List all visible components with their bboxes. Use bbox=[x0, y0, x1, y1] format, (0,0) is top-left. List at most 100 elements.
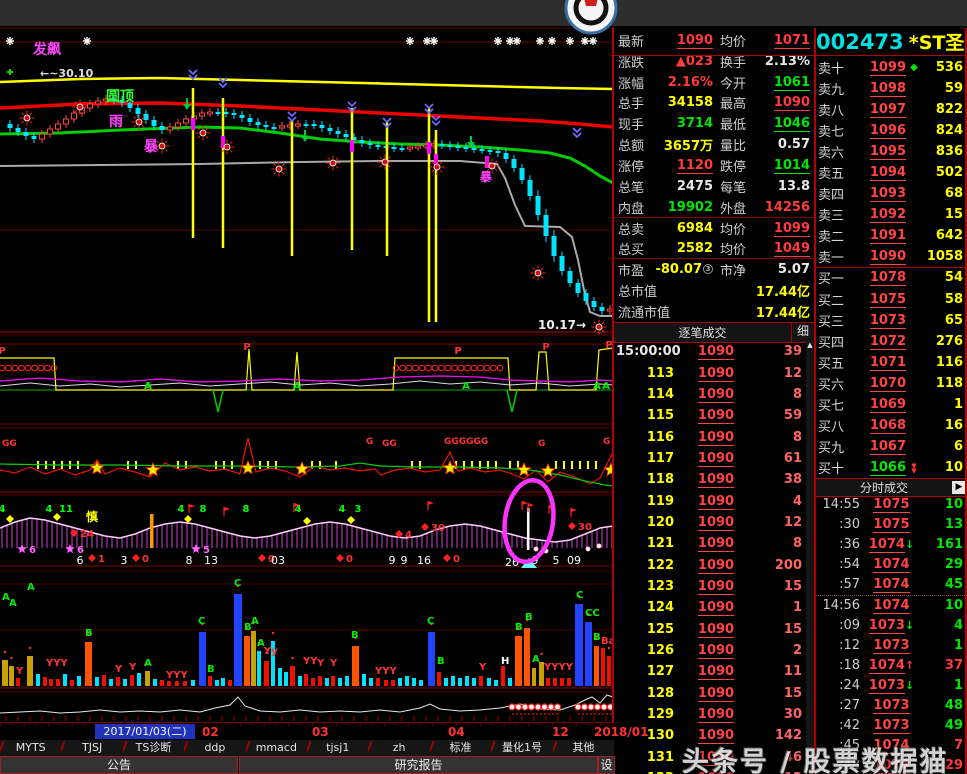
trade-volume: 49 bbox=[923, 718, 963, 733]
charts-canvas[interactable]: 发飙←~30.10圆顶雨暴暴10.17→AAAAAPPPPPGGGGGGGGGG… bbox=[0, 0, 614, 722]
queue-level-label: 买六 bbox=[818, 374, 856, 393]
trade-time: :36 bbox=[818, 537, 860, 552]
tab-tjsj1[interactable]: tjsj1 bbox=[307, 740, 368, 756]
table-row[interactable]: :30107513 bbox=[816, 515, 967, 535]
research-reports-button[interactable]: 研究报告 bbox=[239, 756, 598, 774]
queue-row[interactable]: 卖一10901058 bbox=[816, 246, 967, 267]
queue-row[interactable]: 卖二1091642 bbox=[816, 225, 967, 246]
table-row[interactable]: 12410901 bbox=[614, 597, 806, 618]
table-row[interactable]: 120109012 bbox=[614, 512, 806, 533]
table-row[interactable]: 115109059 bbox=[614, 405, 806, 426]
play-right-icon[interactable]: ▶ bbox=[952, 481, 966, 494]
table-row[interactable]: :241073↓1 bbox=[816, 675, 967, 695]
queue-row[interactable]: 买三107365 bbox=[816, 310, 967, 331]
info-label: 总市值 bbox=[618, 281, 657, 300]
queue-volume: 822 bbox=[922, 102, 963, 117]
table-row[interactable]: 14:56107410 bbox=[816, 595, 967, 616]
queue-row[interactable]: 卖六1095836 bbox=[816, 141, 967, 162]
svg-text:9: 9 bbox=[401, 554, 408, 567]
svg-text:YYY: YYY bbox=[45, 658, 68, 669]
trade-price: 1074 bbox=[860, 598, 923, 613]
info-label: 今开 bbox=[720, 73, 757, 92]
table-row[interactable]: :091073↓4 bbox=[816, 616, 967, 636]
table-row[interactable]: 127109011 bbox=[614, 661, 806, 682]
queue-row[interactable]: 卖四109368 bbox=[816, 183, 967, 204]
table-row[interactable]: 12610902 bbox=[614, 640, 806, 661]
table-row[interactable]: 14:55107510 bbox=[816, 495, 967, 515]
queue-row[interactable]: 买二107558 bbox=[816, 289, 967, 310]
table-row[interactable]: 129109030 bbox=[614, 704, 806, 725]
table-row[interactable]: :27107348 bbox=[816, 695, 967, 715]
queue-row[interactable]: 买一107854 bbox=[816, 267, 967, 288]
queue-row[interactable]: 卖九109859 bbox=[816, 78, 967, 99]
tab-其他[interactable]: 其他 bbox=[553, 740, 614, 756]
queue-volume: 58 bbox=[922, 292, 963, 307]
queue-row[interactable]: 卖七1096824 bbox=[816, 120, 967, 141]
table-row[interactable]: :42107349 bbox=[816, 715, 967, 735]
table-row[interactable]: 1221090200 bbox=[614, 554, 806, 575]
queue-row[interactable]: 买四1072276 bbox=[816, 331, 967, 352]
queue-row[interactable]: 买七10691 bbox=[816, 394, 967, 415]
table-row[interactable]: :361074↓161 bbox=[816, 535, 967, 555]
tab-zh[interactable]: zh bbox=[368, 740, 429, 756]
svg-text:H: H bbox=[501, 656, 509, 667]
table-row[interactable]: :181074↑37 bbox=[816, 656, 967, 676]
tab-标准[interactable]: 标准 bbox=[430, 740, 491, 756]
queue-row[interactable]: 卖八1097822 bbox=[816, 99, 967, 120]
timeline[interactable]: 2017/01/03(二) 2018/01 02030412 bbox=[0, 722, 614, 741]
scroll-up-icon[interactable]: ▲ bbox=[806, 341, 814, 349]
queue-row[interactable]: 卖三109215 bbox=[816, 204, 967, 225]
table-row[interactable]: 11410908 bbox=[614, 384, 806, 405]
tab-量化1号[interactable]: 量化1号 bbox=[491, 740, 552, 756]
info-row: 总额3657万量比0.57 bbox=[614, 134, 812, 155]
table-row[interactable]: 113109012 bbox=[614, 362, 806, 383]
queue-row[interactable]: 买八106816 bbox=[816, 415, 967, 436]
announcements-button[interactable]: 公告 bbox=[0, 756, 238, 774]
table-row[interactable]: 15:00:00109039 bbox=[614, 341, 806, 362]
queue-row[interactable]: 买十1066▼▼10 bbox=[816, 457, 967, 478]
timeline-selected-date[interactable]: 2017/01/03(二) bbox=[95, 724, 195, 739]
svg-text:8: 8 bbox=[243, 504, 250, 515]
info-value: 2475 bbox=[655, 179, 713, 194]
table-row[interactable]: :57107445 bbox=[816, 575, 967, 595]
queue-volume: 65 bbox=[922, 313, 963, 328]
trade-volume: 45 bbox=[923, 577, 963, 592]
tick-price: 1090 bbox=[674, 344, 758, 359]
tab-mmacd[interactable]: mmacd bbox=[246, 740, 307, 756]
queue-separator bbox=[816, 267, 967, 268]
table-row[interactable]: 11610908 bbox=[614, 426, 806, 447]
table-row[interactable]: 128109015 bbox=[614, 683, 806, 704]
queue-row[interactable]: 买九10676 bbox=[816, 436, 967, 457]
table-row[interactable]: 11910904 bbox=[614, 490, 806, 511]
trade-volume: 10 bbox=[923, 497, 963, 512]
settings-button[interactable]: 设 bbox=[598, 756, 615, 774]
detail-button[interactable]: 细 bbox=[791, 323, 814, 342]
table-row[interactable]: 117109061 bbox=[614, 448, 806, 469]
table-row[interactable]: 12110908 bbox=[614, 533, 806, 554]
trade-volume: 161 bbox=[923, 537, 963, 552]
queue-row[interactable]: 卖五1094502 bbox=[816, 162, 967, 183]
queue-level-label: 卖七 bbox=[818, 121, 856, 140]
info-row: 涨跌▲023换手2.13% bbox=[614, 51, 812, 72]
table-row[interactable]: 123109015 bbox=[614, 576, 806, 597]
queue-price: 1066 bbox=[856, 460, 906, 475]
info-row: 最新1090均价1071 bbox=[614, 30, 812, 51]
table-row[interactable]: :1210731 bbox=[816, 636, 967, 656]
tab-ts诊断[interactable]: TS诊断 bbox=[123, 740, 184, 756]
tick-scrollbar[interactable]: ▲ bbox=[806, 341, 814, 774]
queue-row[interactable]: 买六1070118 bbox=[816, 373, 967, 394]
table-row[interactable]: 118109038 bbox=[614, 469, 806, 490]
tab-ddp[interactable]: ddp bbox=[184, 740, 245, 756]
queue-row[interactable]: 买五1071116 bbox=[816, 352, 967, 373]
tick-price: 1090 bbox=[674, 643, 758, 658]
tab-tjsj[interactable]: TJSJ bbox=[61, 740, 122, 756]
svg-text:8: 8 bbox=[186, 554, 193, 567]
info-label: 总卖 bbox=[618, 219, 655, 238]
svg-text:G: G bbox=[603, 437, 610, 447]
table-row[interactable]: :54107429 bbox=[816, 555, 967, 575]
queue-row[interactable]: 卖十1099◆536 bbox=[816, 57, 967, 78]
tab-myts[interactable]: MYTS bbox=[0, 740, 61, 756]
table-row[interactable]: 125109015 bbox=[614, 618, 806, 639]
stock-name: *ST圣莱 bbox=[909, 32, 967, 54]
info-value: 3714 bbox=[655, 116, 713, 131]
